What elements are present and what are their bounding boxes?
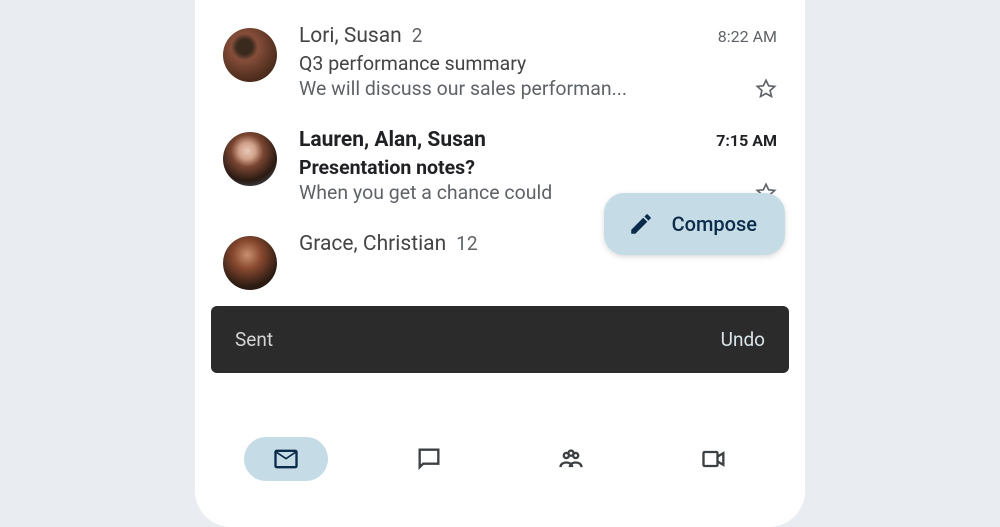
chat-icon: [415, 445, 443, 473]
email-subject: Q3 performance summary: [299, 52, 777, 75]
thread-count: 12: [456, 232, 477, 255]
nav-meet[interactable]: [672, 437, 756, 481]
sender-names: Grace, Christian: [299, 232, 446, 256]
thread-count: 2: [412, 24, 423, 47]
avatar[interactable]: [223, 132, 277, 186]
snackbar-undo-button[interactable]: Undo: [721, 328, 765, 351]
email-list: Lori, Susan 2 8:22 AM Q3 performance sum…: [195, 0, 805, 304]
app-frame: Lori, Susan 2 8:22 AM Q3 performance sum…: [195, 0, 805, 527]
nav-mail[interactable]: [244, 437, 328, 481]
avatar[interactable]: [223, 236, 277, 290]
nav-spaces[interactable]: [529, 437, 613, 481]
pencil-icon: [628, 211, 654, 237]
sender-names: Lori, Susan: [299, 24, 402, 48]
mail-icon: [272, 445, 300, 473]
email-snippet: We will discuss our sales performan...: [299, 77, 743, 100]
nav-chat[interactable]: [387, 437, 471, 481]
avatar[interactable]: [223, 28, 277, 82]
bottom-nav: [195, 422, 805, 527]
compose-label: Compose: [672, 212, 757, 236]
star-icon[interactable]: [755, 78, 777, 100]
email-subject: Presentation notes?: [299, 156, 777, 179]
email-item[interactable]: Lori, Susan 2 8:22 AM Q3 performance sum…: [195, 10, 805, 114]
compose-button[interactable]: Compose: [604, 193, 785, 255]
video-icon: [700, 445, 728, 473]
people-icon: [557, 445, 585, 473]
snackbar-message: Sent: [235, 328, 273, 351]
email-time: 8:22 AM: [718, 27, 777, 46]
sender-names: Lauren, Alan, Susan: [299, 128, 486, 152]
email-time: 7:15 AM: [716, 131, 777, 150]
snackbar: Sent Undo: [211, 306, 789, 373]
